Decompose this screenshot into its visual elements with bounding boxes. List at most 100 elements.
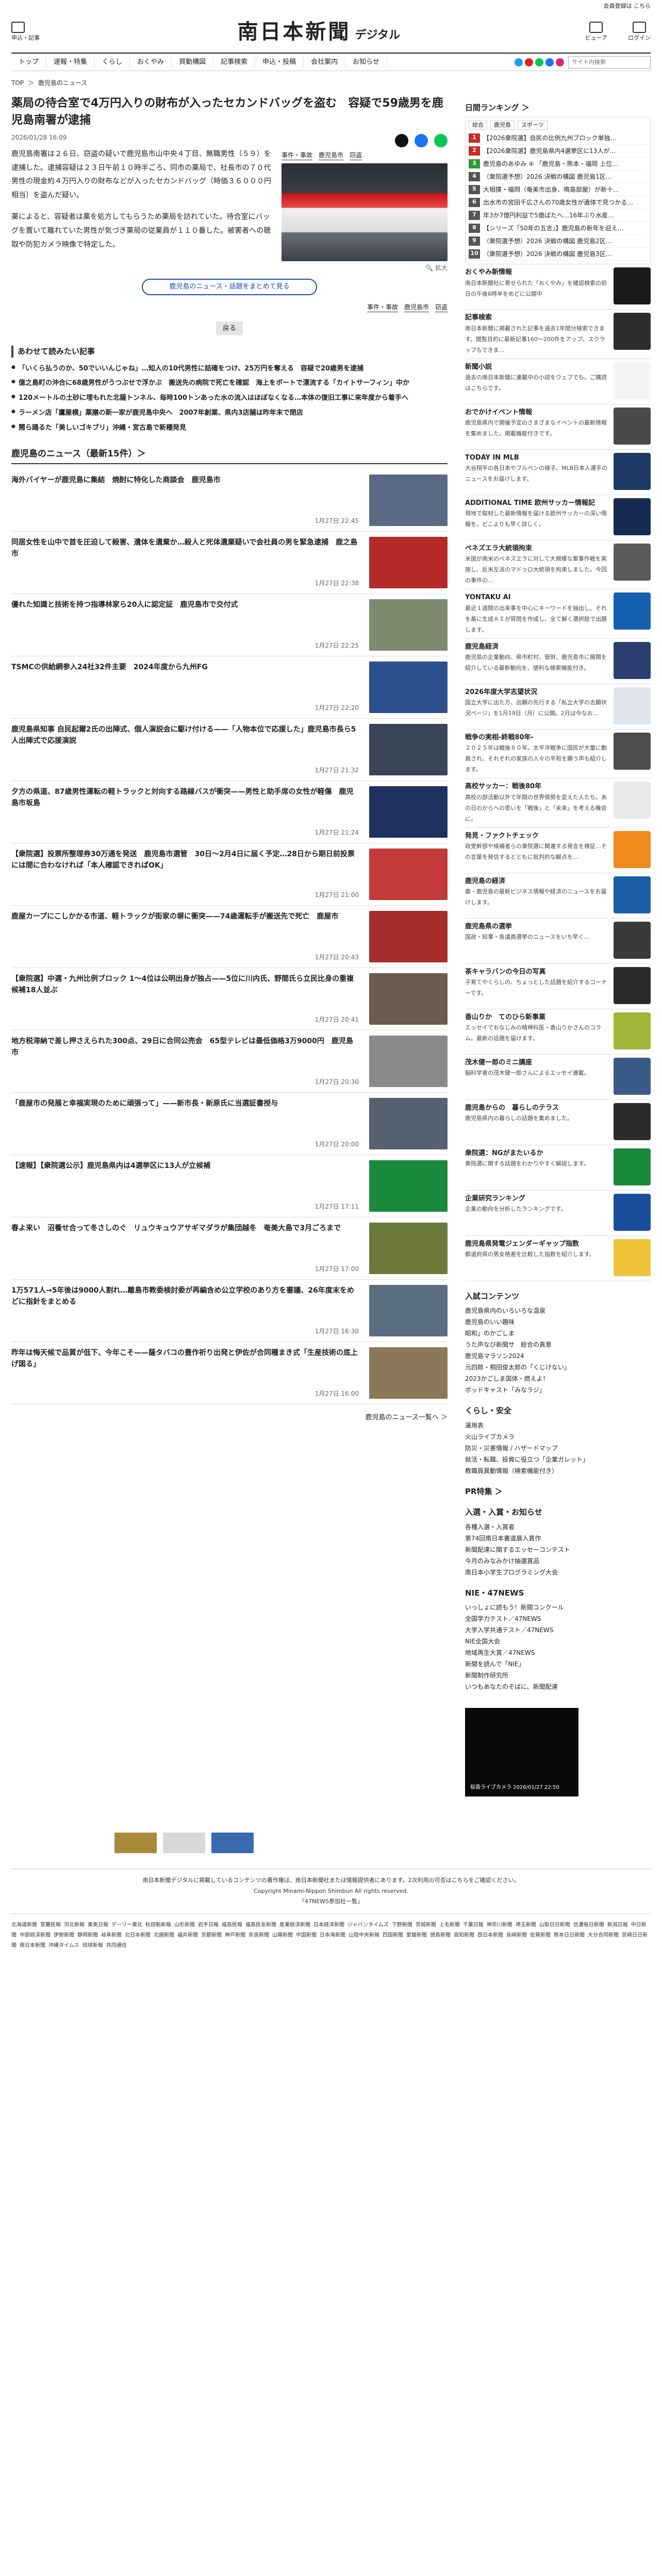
news-title[interactable]: 海外バイヤーが鹿児島に集結 焼酎に特化した商談会 鹿児島市 1月27日 22:45 <box>11 474 369 526</box>
tag[interactable]: 窃盗 <box>435 302 448 312</box>
member-link[interactable]: 奈良新聞 <box>249 1933 269 1938</box>
tag[interactable]: 事件・事故 <box>282 150 313 160</box>
feature-title[interactable]: ペネズエラ大統領拘束 <box>465 544 608 554</box>
feature-title[interactable]: 新聞小説 <box>465 362 608 372</box>
list-link[interactable]: 各種入選・入賞者 <box>465 1521 651 1533</box>
list-link[interactable]: いっしょに読もう！新聞コンクール <box>465 1602 651 1613</box>
feature-box[interactable]: 発見・ファクトチェック 政党幹部や候補者らの衆院選に関連する発言を検証…その言葉を… <box>465 828 651 873</box>
list-title[interactable]: 入試コンテンツ <box>465 1291 651 1302</box>
news-item[interactable]: 同居女性を山中で首を圧迫して殺害、遺体を遺棄か…殺人と死体遺棄疑いで会社員の男を… <box>11 532 448 594</box>
x-icon[interactable] <box>515 58 523 66</box>
ranking-title[interactable]: 年3か7億円利益で5億ぱたへ…16年ぶり水産… <box>483 211 614 220</box>
member-link[interactable]: 千葉日報 <box>463 1922 484 1928</box>
news-item[interactable]: 【衆院選】投票所整理券30万通を発送 鹿児島市選管 30日〜2月4日に届く予定…… <box>11 843 448 906</box>
news-item[interactable]: 1万571人→5年後は9000人割れ…離島市教委検討委が再編含め公立学校のあり方… <box>11 1280 448 1342</box>
breadcrumb-top[interactable]: TOP <box>11 79 24 87</box>
news-title[interactable]: 地方税滞納で差し押さえられた300点、29日に合同公売会 65型テレビは最低価格… <box>11 1036 369 1087</box>
related-item[interactable]: 「いくら払うのか、50でいいんじゃね」…知人の10代男性に詰確をつけ、25万円を… <box>11 362 448 377</box>
related-item[interactable]: 鬧ら踊るた「美しいゴキブリ」沖縄・宮古島で新種発見 <box>11 421 448 436</box>
feature-title[interactable]: 鹿児島の経済 <box>465 876 608 887</box>
list-link[interactable]: 南日本小学生プログラミング大会 <box>465 1567 651 1578</box>
member-link[interactable]: 産業経済新聞 <box>279 1922 310 1928</box>
feature-image[interactable] <box>614 1103 651 1140</box>
feature-image[interactable] <box>614 313 651 350</box>
feature-image[interactable] <box>614 267 651 304</box>
news-item[interactable]: 【速報】【衆院選公示】鹿児島県内は4選挙区に13人が立候補 1月27日 17:11 <box>11 1155 448 1217</box>
feature-box[interactable]: おくやみ新情報 南日本新聞社に寄せられた「おくやみ」を確認検索の前日の午後6時半を… <box>465 264 651 310</box>
ranking-item[interactable]: 4 （衆院選予想）2026 決戦の構図 鹿児島1区… <box>469 171 647 183</box>
member-link[interactable]: 西日本新聞 <box>477 1933 503 1938</box>
feature-image[interactable] <box>614 1193 651 1231</box>
back-button[interactable]: 戻る <box>216 321 243 335</box>
feature-title[interactable]: 高校サッカー：戦後80年 <box>465 782 608 792</box>
feature-title[interactable]: 鹿児島経済 <box>465 642 608 652</box>
ranking-item[interactable]: 9 （衆院選予想）2026 決戦の構図 鹿児島2区… <box>469 235 647 248</box>
feature-box[interactable]: TODAY IN MLB 大谷翔平の各日本やブルペンの様子、MLB日本人選手のニュ… <box>465 450 651 495</box>
feature-title[interactable]: 鹿児島県の選挙 <box>465 922 608 932</box>
list-link[interactable]: NIE全国大会 <box>465 1636 651 1647</box>
news-title[interactable]: 昨年は悔天候で品質が低下、今年こそ——薩タバコの豊作祈り出発と伊佐が合同種まき式… <box>11 1347 369 1399</box>
police-car-photo[interactable] <box>282 163 448 261</box>
list-link[interactable]: 運用表 <box>465 1420 651 1431</box>
member-link[interactable]: 熊本日日新聞 <box>554 1933 585 1938</box>
member-link[interactable]: 下野新聞 <box>392 1922 412 1928</box>
feature-title[interactable]: 発見・ファクトチェック <box>465 831 608 841</box>
ranking-title[interactable]: （衆院選予想）2026 決戦の構図 鹿児島1区… <box>483 172 612 181</box>
nav-item[interactable]: 速報・特集 <box>46 57 95 67</box>
feature-image[interactable] <box>614 967 651 1004</box>
member-link[interactable]: 中部経済新聞 <box>20 1933 51 1938</box>
ranking-item[interactable]: 10 （衆院選予想）2026 決戦の構図 鹿児島3区… <box>469 248 647 261</box>
ranking-title[interactable]: 鹿児島のあゆみ ④ 「鹿児島・熊本・福岡 上位… <box>483 159 618 168</box>
ranking-tab[interactable]: 総合 <box>469 120 487 130</box>
member-link[interactable]: ジャパンタイムズ <box>347 1922 389 1928</box>
news-title[interactable]: 夕方の県道、87歳男性運転の軽トラックと対向する路線バスが衝突——男性と助手席の… <box>11 786 369 838</box>
feature-title[interactable]: 衆院選：NGがまたいるか <box>465 1148 608 1159</box>
banner[interactable] <box>211 1833 254 1853</box>
feature-box[interactable]: 鹿児島経済 鹿児島の企業動向、県市町村、管財、鹿児島市に展開を紹介している最新動向… <box>465 639 651 684</box>
member-link[interactable]: 南日本新聞 <box>20 1943 45 1948</box>
instagram-icon[interactable] <box>556 58 564 66</box>
news-thumbnail[interactable] <box>369 723 448 775</box>
feature-image[interactable] <box>614 687 651 724</box>
list-link[interactable]: 新聞を読んで「NIE」 <box>465 1658 651 1670</box>
login-button[interactable]: ログイン <box>628 21 651 43</box>
list-link[interactable]: いつもあなたのそばに、新聞配達 <box>465 1681 651 1692</box>
feature-image[interactable] <box>614 543 651 581</box>
ranking-title[interactable]: 日間ランキング ＞ <box>465 102 651 114</box>
member-link[interactable]: 室蘭民報 <box>40 1922 61 1928</box>
list-link[interactable]: 防災・災害情報 / ハザードマップ <box>465 1443 651 1454</box>
line-icon[interactable] <box>535 58 543 66</box>
news-item[interactable]: 春よ来い 沼養せ合って冬さしのぐ リュウキュウアサギマダラが集団越冬 奄美大島で… <box>11 1217 448 1280</box>
list-link[interactable]: 火山ライブカメラ <box>465 1431 651 1443</box>
news-title[interactable]: 1万571人→5年後は9000人割れ…離島市教委検討委が再編含め公立学校のあり方… <box>11 1285 369 1336</box>
member-link[interactable]: 上毛新聞 <box>439 1922 460 1928</box>
list-link[interactable]: うた声なび新聞サ 総合の真意 <box>465 1339 651 1350</box>
member-link[interactable]: 北國新聞 <box>154 1933 174 1938</box>
news-title[interactable]: 【速報】【衆院選公示】鹿児島県内は4選挙区に13人が立候補 1月27日 17:11 <box>11 1160 369 1212</box>
news-item[interactable]: 鹿屋カープにこしかかる市道、軽トラックが街家の塀に衝突——74歳運転手が搬送先で… <box>11 906 448 968</box>
list-link[interactable]: 就活・転職、投資に役立つ「企業ガレット」 <box>465 1454 651 1465</box>
ranking-item[interactable]: 1 【2026衆院選】自民の比例九州ブロック単独… <box>469 132 647 145</box>
member-link[interactable]: 大分合同新聞 <box>588 1933 619 1938</box>
feature-box[interactable]: 戦争の実相-終戦80年- ２０２５年は戦後８０年。太平洋戦争に国民が大量に動員され… <box>465 730 651 778</box>
member-link[interactable]: 沖縄タイムス <box>48 1943 79 1948</box>
ranking-title[interactable]: 大相撲・福岡（奄美市出身、鳴島部屋）が新十… <box>483 185 619 194</box>
list-link[interactable]: 鹿児島のいい趣味 <box>465 1316 651 1328</box>
line-share-icon[interactable] <box>434 134 448 147</box>
member-link[interactable]: 日本海新聞 <box>320 1933 345 1938</box>
news-item[interactable]: 海外バイヤーが鹿児島に集結 焼酎に特化した商談会 鹿児島市 1月27日 22:45 <box>11 469 448 532</box>
related-item[interactable]: 億之島町の沖合に68歳男性がうつぶせで浮かぶ 搬送先の病院で死亡を確認 海上をボ… <box>11 376 448 391</box>
feature-box[interactable]: 2026年度大学志望状況 国立大学に出た方、出願の先行する「私立大学の志願状況ペー… <box>465 684 651 730</box>
news-item[interactable]: 地方税滞納で差し押さえられた300点、29日に合同公売会 65型テレビは最低価格… <box>11 1030 448 1093</box>
feature-image[interactable] <box>614 782 651 819</box>
news-title[interactable]: 優れた知識と技術を持つ指導林家ら20人に認定証 鹿児島市で交付式 1月27日 22… <box>11 599 369 651</box>
ranking-title[interactable]: （衆院選予想）2026 決戦の構図 鹿児島3区… <box>483 249 612 259</box>
ranking-item[interactable]: 3 鹿児島のあゆみ ④ 「鹿児島・熊本・福岡 上位… <box>469 158 647 171</box>
list-link[interactable]: 教職員異動情報（検索機能付き） <box>465 1465 651 1477</box>
register-link[interactable]: 会員登録は こちら <box>11 0 651 11</box>
member-link[interactable]: 岩手日報 <box>198 1922 219 1928</box>
ranking-title[interactable]: 【2026衆院選】自民の比例九州ブロック単独… <box>483 133 617 143</box>
breadcrumb-section[interactable]: 鹿児島のニュース <box>38 79 87 87</box>
list-link[interactable]: 大学入学共通テスト／47NEWS <box>465 1624 651 1636</box>
news-thumbnail[interactable] <box>369 1160 448 1212</box>
